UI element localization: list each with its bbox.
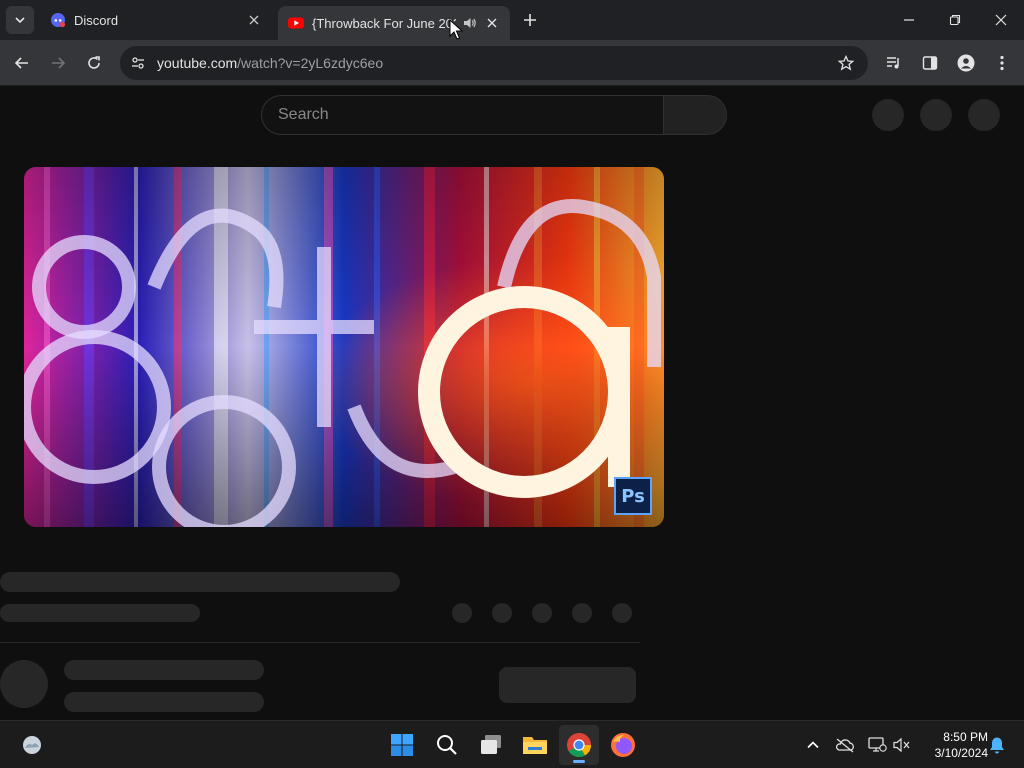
subscribe-placeholder bbox=[499, 667, 636, 703]
speaker-muted-icon bbox=[893, 737, 910, 753]
bell-icon bbox=[990, 737, 1004, 754]
clock-date: 3/10/2024 bbox=[934, 746, 988, 760]
profile-icon bbox=[957, 54, 975, 72]
network-button[interactable] bbox=[865, 733, 889, 757]
tab-discord[interactable]: Discord bbox=[40, 4, 272, 36]
reload-button[interactable] bbox=[80, 49, 108, 77]
arrow-right-icon bbox=[52, 57, 66, 69]
chrome-taskbar-button[interactable] bbox=[559, 725, 599, 765]
media-queue-icon bbox=[887, 57, 899, 69]
volume-button[interactable] bbox=[890, 733, 914, 757]
tab-youtube[interactable]: {Throwback For June 2021} bbox=[278, 6, 510, 40]
kebab-menu-icon bbox=[1000, 55, 1004, 71]
divider bbox=[0, 642, 640, 643]
title-placeholder bbox=[0, 572, 400, 592]
url-host: youtube.com bbox=[157, 55, 238, 71]
onedrive-button[interactable] bbox=[833, 733, 857, 757]
channel-meta-placeholder bbox=[64, 692, 264, 712]
firefox-taskbar-button[interactable] bbox=[603, 725, 643, 765]
youtube-icon bbox=[288, 17, 304, 29]
search-placeholder: Search bbox=[278, 106, 329, 123]
minimize-button[interactable] bbox=[886, 0, 932, 40]
close-window-button[interactable] bbox=[978, 0, 1024, 40]
task-view-icon bbox=[481, 735, 501, 754]
back-button[interactable] bbox=[8, 49, 36, 77]
notifications-button[interactable] bbox=[985, 733, 1009, 757]
action-placeholder bbox=[612, 603, 632, 623]
mouse-cursor bbox=[449, 19, 463, 40]
weather-widget[interactable] bbox=[12, 725, 52, 765]
weather-icon bbox=[23, 736, 41, 754]
video-player[interactable]: Ps bbox=[24, 167, 664, 527]
discord-icon bbox=[51, 13, 66, 28]
tab-title: Discord bbox=[74, 12, 119, 28]
header-action-placeholder bbox=[872, 99, 904, 131]
clock[interactable]: 8:50 PM 3/10/2024 bbox=[916, 729, 988, 761]
url-text: youtube.com/watch?v=2yL6zdyc6eo bbox=[157, 55, 383, 71]
file-explorer-button[interactable] bbox=[515, 725, 555, 765]
side-panel-icon bbox=[922, 56, 938, 70]
close-icon bbox=[995, 14, 1007, 26]
show-hidden-icons-button[interactable] bbox=[801, 733, 825, 757]
firefox-icon bbox=[611, 733, 635, 757]
arrow-left-icon bbox=[14, 57, 28, 69]
forward-button[interactable] bbox=[44, 49, 72, 77]
reload-icon bbox=[88, 56, 100, 69]
close-tab-button[interactable] bbox=[484, 15, 500, 31]
video-frame bbox=[24, 167, 664, 527]
url-path: /watch?v=2yL6zdyc6eo bbox=[237, 55, 384, 71]
clock-time: 8:50 PM bbox=[943, 730, 988, 744]
chevron-down-icon bbox=[15, 17, 25, 24]
tab-title: {Throwback For June 2021} bbox=[312, 15, 456, 31]
search-button[interactable] bbox=[663, 95, 727, 135]
taskbar: 8:50 PM 3/10/2024 bbox=[0, 720, 1024, 768]
network-icon bbox=[868, 737, 887, 752]
tab-search-button[interactable] bbox=[6, 6, 34, 34]
media-control-button[interactable] bbox=[882, 51, 906, 75]
chevron-up-icon bbox=[807, 741, 819, 749]
taskbar-search-button[interactable] bbox=[427, 725, 467, 765]
meta-placeholder bbox=[0, 604, 200, 622]
star-icon bbox=[838, 55, 854, 71]
restore-icon bbox=[949, 14, 961, 26]
tab-strip: Discord {Throwback For June 2021} bbox=[0, 0, 1024, 40]
cloud-offline-icon bbox=[835, 738, 854, 753]
mute-tab-button[interactable] bbox=[462, 15, 478, 31]
restore-button[interactable] bbox=[932, 0, 978, 40]
bookmark-button[interactable] bbox=[836, 53, 856, 73]
side-panel-button[interactable] bbox=[918, 51, 942, 75]
channel-avatar-placeholder bbox=[0, 660, 48, 708]
chrome-icon bbox=[567, 733, 591, 758]
close-tab-button[interactable] bbox=[246, 12, 262, 28]
start-button[interactable] bbox=[382, 725, 422, 765]
windows-start-icon bbox=[391, 734, 413, 756]
browser-toolbar: youtube.com/watch?v=2yL6zdyc6eo bbox=[0, 40, 1024, 86]
channel-name-placeholder bbox=[64, 660, 264, 680]
plus-icon bbox=[524, 14, 536, 26]
address-bar[interactable]: youtube.com/watch?v=2yL6zdyc6eo bbox=[120, 46, 868, 80]
new-tab-button[interactable] bbox=[518, 8, 542, 32]
minimize-icon bbox=[904, 19, 914, 21]
close-icon bbox=[249, 15, 259, 25]
action-placeholder bbox=[532, 603, 552, 623]
site-info-icon[interactable] bbox=[128, 53, 148, 73]
action-placeholder bbox=[452, 603, 472, 623]
search-icon bbox=[437, 735, 457, 755]
header-action-placeholder bbox=[920, 99, 952, 131]
profile-button[interactable] bbox=[954, 51, 978, 75]
avatar-placeholder bbox=[968, 99, 1000, 131]
speaker-icon bbox=[464, 18, 476, 28]
close-icon bbox=[487, 18, 497, 28]
search-input[interactable]: Search bbox=[261, 95, 663, 135]
action-placeholder bbox=[572, 603, 592, 623]
photoshop-badge: Ps bbox=[614, 477, 652, 515]
action-placeholder bbox=[492, 603, 512, 623]
active-indicator bbox=[573, 760, 585, 763]
file-explorer-icon bbox=[523, 737, 547, 754]
browser-menu-button[interactable] bbox=[990, 51, 1014, 75]
task-view-button[interactable] bbox=[471, 725, 511, 765]
